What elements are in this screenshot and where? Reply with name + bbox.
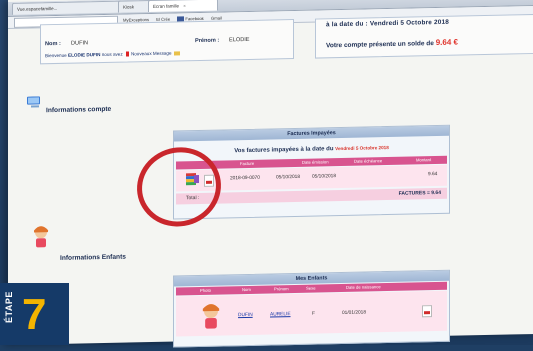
tab-2-label: Kiosk	[123, 4, 135, 10]
step-badge: ÉTAPE 7	[0, 283, 69, 345]
section-title-account: Informations compte	[46, 105, 112, 115]
invoice-issue-date: 05/10/2018	[276, 174, 301, 181]
prenom-label: Prénom :	[195, 37, 220, 45]
child-photo-icon	[202, 304, 220, 329]
table-row: DUFIN AURELIE F 01/01/2018	[176, 290, 447, 337]
browser-screen: Vue.espacefamille... Kiosk Ecran famille…	[8, 0, 533, 348]
welcome-suffix: nous avez	[101, 51, 123, 58]
computer-icon	[27, 96, 40, 108]
col-header: Sexe	[306, 285, 316, 291]
invoices-panel-title: Factures Impayées	[174, 125, 449, 142]
child-prenom-link[interactable]: AURELIE	[270, 312, 291, 317]
invoice-due-date: 05/10/2018	[312, 174, 337, 180]
child-sexe: F	[312, 311, 315, 317]
col-header: Facture	[240, 160, 255, 167]
tab-2[interactable]: Kiosk	[118, 0, 152, 13]
tab-3[interactable]: Ecran famille ×	[148, 0, 218, 13]
prenom-value: ELODIE	[229, 36, 250, 44]
invoice-number: 2018-09-0070	[230, 175, 260, 182]
col-header: Date de naissance	[346, 284, 381, 290]
close-icon[interactable]: ×	[183, 3, 186, 8]
invoices-heading-date: Vendredi 5 Octobre 2018	[335, 145, 389, 152]
balance-line: Votre compte présente un solde de 9.64 €	[326, 38, 458, 50]
welcome-prefix: Bienvenue	[45, 52, 67, 59]
invoices-heading-prefix: Vos factures impayées à la date du	[234, 146, 334, 155]
mail-icon[interactable]	[173, 51, 180, 56]
balance-amount: 9.64 €	[435, 37, 458, 48]
date-line: à la date du : Vendredi 5 Octobre 2018	[326, 18, 450, 29]
welcome-line: Bienvenue ELODIE DUFIN nous avez Nouveau…	[45, 50, 180, 58]
col-header: Date émission	[302, 159, 329, 165]
balance-prefix: Votre compte présente un solde de	[326, 40, 434, 50]
welcome-name: ELODIE DUFIN	[68, 52, 101, 58]
balance-box: à la date du : Vendredi 5 Octobre 2018 V…	[315, 13, 533, 59]
col-header: Prénom	[274, 286, 289, 292]
tab-3-label: Ecran famille	[153, 3, 180, 9]
child-icon	[34, 226, 48, 248]
step-word: ÉTAPE	[4, 291, 14, 323]
col-header: Montant	[416, 157, 432, 163]
alert-icon	[125, 51, 129, 57]
nom-value: DUFIN	[71, 40, 89, 47]
section-title-children: Informations Enfants	[60, 253, 126, 262]
total-amount: FACTURES = 9.64	[398, 189, 441, 197]
invoices-heading: Vos factures impayées à la date du Vendr…	[174, 144, 449, 156]
child-nom-link[interactable]: DUFIN	[238, 313, 253, 318]
pdf-icon[interactable]	[422, 305, 432, 318]
col-header: Nom	[242, 286, 251, 293]
messages-link[interactable]: Nouveaux Message	[131, 51, 172, 57]
tab-1-label: Vue.espacefamille...	[17, 5, 58, 12]
child-birthdate: 01/01/2018	[342, 310, 367, 317]
step-number: 7	[22, 290, 47, 339]
tab-1[interactable]: Vue.espacefamille...	[12, 0, 122, 15]
invoice-amount: 9.64	[428, 172, 438, 178]
children-panel: Mes Enfants Photo Nom Prénom Sexe Date d…	[173, 269, 450, 348]
nom-label: Nom :	[45, 40, 61, 48]
col-header: Date échéance	[354, 158, 383, 164]
col-header: Photo	[200, 287, 211, 293]
invoices-table: Facture Date émission Date échéance Mont…	[176, 155, 447, 205]
account-box: Nom : DUFIN Prénom : ELODIE Bienvenue EL…	[40, 19, 294, 65]
